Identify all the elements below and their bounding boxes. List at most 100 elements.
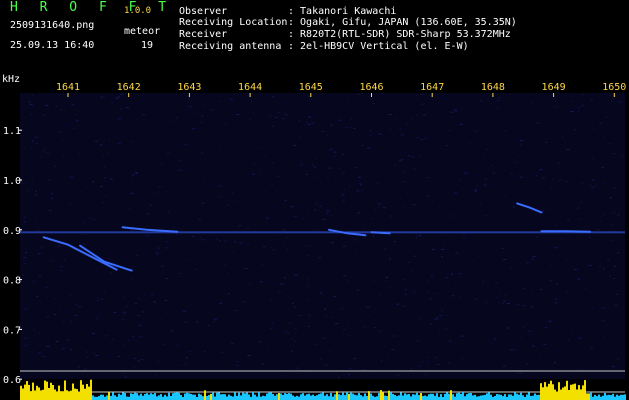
noise-speck [591,158,594,160]
histogram-bar [168,392,170,400]
noise-speck [377,131,379,133]
noise-speck [538,368,540,370]
noise-speck [602,268,605,270]
histogram-bar [48,388,50,400]
noise-speck [504,294,507,296]
noise-speck [501,248,505,249]
noise-speck [294,340,297,342]
noise-speck [518,372,522,374]
noise-speck [247,243,250,245]
noise-speck [428,292,430,293]
noise-speck [325,364,329,366]
histogram-bar [90,379,92,400]
noise-speck [549,280,553,282]
noise-speck [278,354,280,356]
noise-speck [479,203,481,205]
histogram-bar [392,393,394,400]
histogram-bar [582,385,584,400]
noise-speck [274,117,278,118]
noise-speck [208,325,211,326]
noise-speck [217,185,221,187]
noise-speck [611,366,615,368]
noise-speck [322,337,325,339]
noise-speck [271,239,274,241]
noise-speck [484,302,488,304]
noise-speck [608,372,610,374]
noise-speck [168,211,170,213]
noise-speck [444,245,446,247]
noise-speck [39,302,41,303]
noise-speck [320,273,322,274]
noise-speck [342,245,346,247]
noise-speck [463,236,466,238]
noise-speck [65,124,67,126]
histogram-bar [316,395,318,400]
noise-speck [577,369,580,371]
noise-speck [84,234,87,235]
histogram-bar [150,393,152,400]
noise-speck [141,359,144,361]
noise-speck [163,344,166,346]
histogram-bar [330,393,332,400]
noise-speck [71,104,75,106]
noise-speck [540,355,541,357]
noise-speck [145,235,149,237]
noise-speck [552,178,555,180]
noise-speck [182,310,186,312]
noise-speck [38,344,40,346]
noise-speck [277,175,280,177]
histogram-bar [528,392,530,400]
histogram-bar [218,392,220,400]
noise-speck [219,196,223,198]
noise-speck [42,253,44,254]
noise-speck [95,140,98,142]
noise-speck [46,152,50,154]
histogram-bar [454,396,456,400]
noise-speck [483,299,485,301]
histogram-bar [522,395,524,400]
noise-speck [203,181,205,183]
noise-speck [399,160,402,162]
noise-speck [485,275,487,277]
noise-speck [438,329,441,331]
noise-speck [458,273,462,275]
noise-speck [356,190,360,192]
histogram-bar [414,394,416,400]
noise-speck [457,252,459,254]
histogram-bar [214,396,216,400]
noise-speck [219,147,221,149]
noise-speck [239,225,241,227]
noise-speck [290,338,293,340]
histogram-bar [180,395,182,400]
histogram-bar [46,381,48,400]
noise-speck [456,183,458,185]
noise-speck [618,101,622,103]
noise-speck [381,258,383,260]
noise-speck [459,123,463,125]
noise-speck [118,142,121,144]
noise-speck [248,282,252,284]
histogram-bar [434,395,436,400]
noise-speck [431,249,435,251]
noise-speck [413,168,416,170]
noise-speck [420,139,424,141]
noise-speck [188,106,192,108]
noise-speck [72,127,76,129]
noise-speck [597,333,599,335]
noise-speck [142,114,146,116]
histogram-bar [202,396,204,400]
noise-speck [261,264,264,266]
histogram-bar [526,394,528,400]
histogram-bar [328,396,330,400]
noise-speck [102,166,106,168]
histogram-bar [208,395,210,400]
noise-speck [31,181,34,182]
noise-speck [359,183,362,184]
histogram-bar [80,380,82,400]
histogram-bar [60,391,62,400]
noise-speck [164,221,166,223]
histogram-bar [88,386,90,400]
histogram-bar [334,394,336,400]
histogram-bar [130,393,132,400]
histogram-bar [254,394,256,400]
